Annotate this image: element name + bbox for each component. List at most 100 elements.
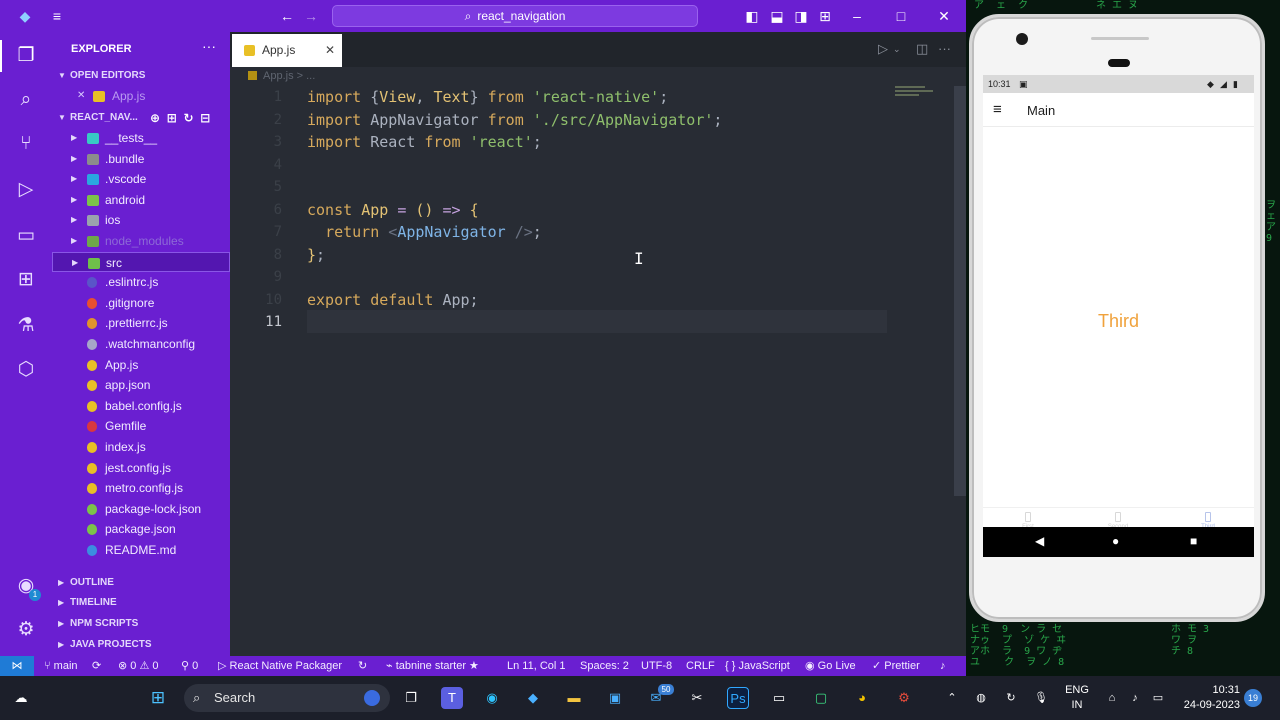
system-clock[interactable]: 10:31 24-09-2023 — [1182, 683, 1240, 713]
notification-badge[interactable]: 19 — [1244, 689, 1262, 707]
store-icon[interactable]: ▣ — [604, 687, 626, 709]
tree-item[interactable]: index.js — [52, 437, 230, 458]
network-icon[interactable]: ⌂ — [1101, 687, 1123, 709]
tree-item[interactable]: jest.config.js — [52, 458, 230, 479]
project-section[interactable]: ▼ REACT_NAV... ⊕ ⊞ ↻ ⊟ — [52, 108, 230, 128]
close-window-icon[interactable]: ✕ — [935, 7, 953, 25]
run-file-icon[interactable]: ▷ — [878, 41, 888, 57]
go-live-status[interactable]: ◉ Go Live — [805, 656, 856, 676]
npm-scripts-section[interactable]: ▶ NPM SCRIPTS — [52, 614, 230, 634]
source-control-icon[interactable]: ⑂ — [14, 132, 38, 156]
open-editor-item[interactable]: ✕ App.js — [52, 86, 230, 107]
taskbar-search[interactable]: ⌕ Search — [184, 684, 390, 712]
new-folder-icon[interactable]: ⊞ — [167, 111, 177, 125]
tray-app-icon[interactable]: ◍ — [970, 687, 992, 709]
tree-item[interactable]: ▶ node_modules — [52, 231, 230, 252]
minimize-icon[interactable]: – — [848, 7, 866, 25]
refresh-status-icon[interactable]: ↻ — [358, 656, 367, 676]
command-center-search[interactable]: ⌕ react_navigation — [332, 5, 698, 27]
menu-icon[interactable]: ≡ — [48, 7, 66, 25]
nav-home-icon[interactable]: ● — [1112, 534, 1119, 548]
android-studio-icon[interactable]: ▢ — [810, 687, 832, 709]
encoding-status[interactable]: UTF-8 — [641, 656, 672, 676]
tab-app-js[interactable]: App.js ✕ — [232, 34, 342, 67]
run-dropdown-icon[interactable]: ⌄ — [893, 44, 901, 55]
tree-item[interactable]: babel.config.js — [52, 396, 230, 417]
tree-item[interactable]: ▶ .bundle — [52, 149, 230, 170]
tabnine-status[interactable]: ⌁ tabnine starter ★ — [386, 656, 479, 676]
tree-item[interactable]: ▶ android — [52, 190, 230, 211]
edge-icon[interactable]: ◉ — [481, 687, 503, 709]
timeline-section[interactable]: ▶ TIMELINE — [52, 593, 230, 613]
gear-app-icon[interactable]: ⚙ — [893, 687, 915, 709]
tree-item[interactable]: .eslintrc.js — [52, 272, 230, 293]
cursor-position[interactable]: Ln 11, Col 1 — [507, 656, 566, 676]
task-view-icon[interactable]: ❐ — [400, 687, 422, 709]
back-arrow-icon[interactable]: ← — [278, 7, 296, 25]
tree-item[interactable]: app.json — [52, 375, 230, 396]
code-editor[interactable]: 1 import {View, Text} from 'react-native'… — [230, 86, 966, 656]
maximize-icon[interactable]: □ — [892, 7, 910, 25]
nav-recents-icon[interactable]: ■ — [1190, 534, 1197, 548]
tree-item[interactable]: ▶ ios — [52, 210, 230, 231]
run-debug-icon[interactable]: ▷ — [14, 178, 38, 202]
prettier-status[interactable]: ✓ Prettier — [872, 656, 920, 676]
eol-status[interactable]: CRLF — [686, 656, 715, 676]
weather-icon[interactable]: ☁ — [10, 687, 32, 709]
sync-icon[interactable]: ⟳ — [92, 656, 101, 676]
forward-arrow-icon[interactable]: → — [302, 7, 320, 25]
remote-explorer-icon[interactable]: ▭ — [14, 224, 38, 248]
microphone-icon[interactable]: 🎙 — [1030, 687, 1052, 709]
tree-item[interactable]: README.md — [52, 540, 230, 561]
refresh-icon[interactable]: ↻ — [183, 111, 193, 125]
photoshop-icon[interactable]: Ps — [727, 687, 749, 709]
editor-more-icon[interactable]: ··· — [938, 41, 951, 56]
drawer-menu-icon[interactable]: ≡ — [993, 101, 1002, 118]
tree-item[interactable]: .prettierrc.js — [52, 313, 230, 334]
battery-tray-icon[interactable]: ▭ — [1147, 687, 1169, 709]
toggle-secondary-sidebar-icon[interactable]: ◨ — [792, 7, 810, 25]
terminal-icon[interactable]: ▭ — [768, 687, 790, 709]
close-editor-icon[interactable]: ✕ — [77, 86, 85, 107]
new-file-icon[interactable]: ⊕ — [150, 111, 160, 125]
file-explorer-icon[interactable]: ▬ — [563, 687, 585, 709]
language-status[interactable]: { } JavaScript — [725, 656, 790, 676]
close-tab-icon[interactable]: ✕ — [325, 34, 335, 67]
branch-status[interactable]: ⑂ main — [44, 656, 78, 676]
tree-item[interactable]: Gemfile — [52, 416, 230, 437]
toggle-sidebar-icon[interactable]: ◧ — [743, 7, 761, 25]
indent-status[interactable]: Spaces: 2 — [580, 656, 629, 676]
outline-section[interactable]: ▶ OUTLINE — [52, 573, 230, 593]
windows-start-icon[interactable]: ⊞ — [147, 687, 169, 709]
settings-gear-icon[interactable]: ⚙ — [14, 618, 38, 642]
java-projects-section[interactable]: ▶ JAVA PROJECTS — [52, 635, 230, 655]
problems-status[interactable]: ⊗ 0 ⚠ 0 — [118, 656, 158, 676]
breadcrumb[interactable]: App.js > ... — [230, 67, 966, 85]
more-actions-icon[interactable]: ··· — [202, 38, 216, 54]
tree-item[interactable]: ▶ src — [52, 251, 230, 273]
snipping-tool-icon[interactable]: ✂ — [686, 687, 708, 709]
remote-indicator[interactable]: ⋈ — [0, 656, 34, 676]
minimap[interactable] — [895, 86, 939, 100]
explorer-files-icon[interactable]: ❐ — [14, 44, 38, 68]
chrome-icon[interactable]: ◕ — [851, 687, 873, 709]
open-editors-section[interactable]: ▼ OPEN EDITORS — [52, 66, 230, 86]
accounts-icon[interactable]: ◉ 1 — [14, 574, 41, 601]
ports-status[interactable]: ⚲ 0 — [181, 656, 198, 676]
extensions-icon[interactable]: ⊞ — [14, 268, 38, 292]
search-view-icon[interactable]: ⌕ — [14, 88, 38, 112]
vscode-taskbar-icon[interactable]: ◆ — [522, 687, 544, 709]
editor-scrollbar[interactable] — [954, 86, 966, 496]
tree-item[interactable]: .gitignore — [52, 293, 230, 314]
docker-icon[interactable]: ⬡ — [14, 358, 38, 382]
language-indicator[interactable]: ENG IN — [1064, 683, 1090, 713]
show-hidden-icons[interactable]: ⌃ — [941, 687, 963, 709]
teams-icon[interactable]: T — [441, 687, 463, 709]
tree-item[interactable]: metro.config.js — [52, 478, 230, 499]
tree-item[interactable]: .watchmanconfig — [52, 334, 230, 355]
tree-item[interactable]: package-lock.json — [52, 499, 230, 520]
nav-back-icon[interactable]: ◀ — [1035, 534, 1044, 548]
split-editor-icon[interactable]: ◫ — [916, 41, 928, 57]
toggle-panel-icon[interactable]: ⬓ — [768, 7, 786, 25]
volume-icon[interactable]: ♪ — [1124, 687, 1146, 709]
